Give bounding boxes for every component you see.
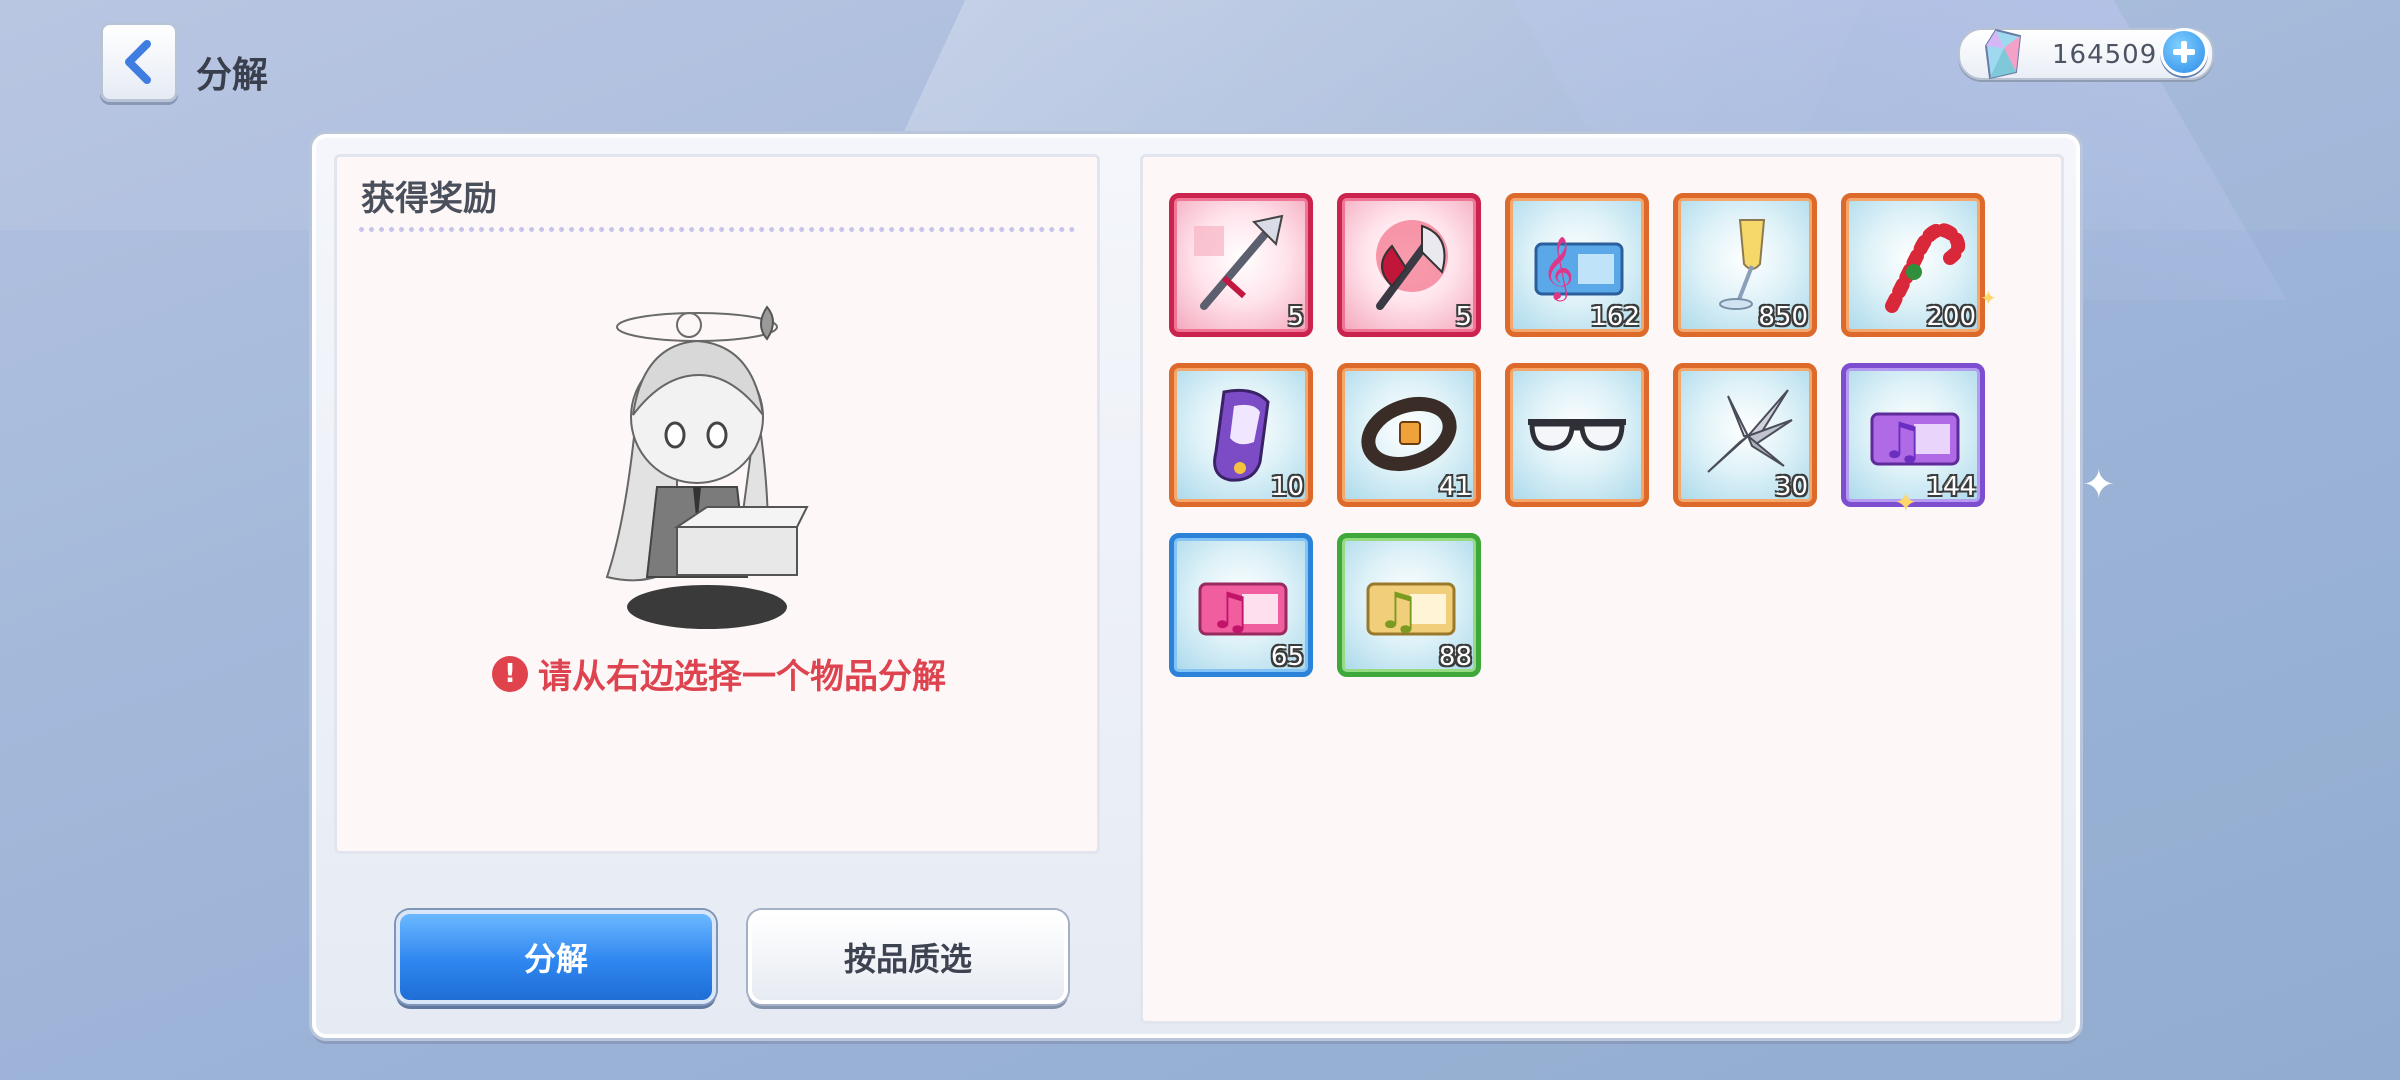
item-count: 162: [1590, 302, 1640, 332]
item-count: 41: [1438, 472, 1472, 502]
sunglasses-icon: [1528, 419, 1626, 451]
hint-row: ! 请从右边选择一个物品分解: [492, 649, 946, 698]
sparkle-decoration: ✦: [1980, 286, 1997, 310]
disassemble-button[interactable]: 分解: [396, 910, 716, 1004]
item-count: 65: [1270, 642, 1304, 672]
reward-heading: 获得奖励: [361, 179, 497, 219]
page-title: 分解: [196, 55, 269, 96]
disassemble-window: 获得奖励 ! 请从右边选择一个物品分解 分解 按品质选 5 5 𝄞 162 85…: [312, 134, 2080, 1038]
item-count: 850: [1758, 302, 1808, 332]
item-slot-red-spear[interactable]: 5: [1169, 193, 1313, 337]
item-count: 144: [1926, 472, 1976, 502]
item-slot-music-ticket-blue[interactable]: 𝄞 162: [1505, 193, 1649, 337]
add-currency-button[interactable]: [2160, 28, 2208, 76]
item-slot-music-ticket-gold[interactable]: ♫ 88: [1337, 533, 1481, 677]
item-count: 200: [1926, 302, 1976, 332]
item-slot-music-ticket-pink[interactable]: ♫ 65: [1169, 533, 1313, 677]
currency-display: 164509: [1958, 28, 2214, 80]
item-slot-purple-shoe[interactable]: 10: [1169, 363, 1313, 507]
plus-icon: [2173, 41, 2195, 63]
item-count: 88: [1438, 642, 1472, 672]
chevron-left-icon: [125, 40, 151, 84]
item-slot-red-axe[interactable]: 5: [1337, 193, 1481, 337]
axe-icon: [1376, 220, 1448, 310]
item-count: 5: [1287, 302, 1304, 332]
sparkle-decoration: ✦: [1894, 486, 1918, 519]
character-illustration: [605, 305, 809, 629]
divider: [359, 227, 1075, 232]
item-count: 30: [1774, 472, 1808, 502]
item-count: 10: [1270, 472, 1304, 502]
item-slot-bracelet[interactable]: 41: [1337, 363, 1481, 507]
item-slot-candy-cane[interactable]: 200: [1841, 193, 1985, 337]
item-slot-sunglasses[interactable]: [1505, 363, 1649, 507]
item-list-panel: 5 5 𝄞 162 850 200 10 41 30 ♫ 144 ♫ 65 ♫ …: [1140, 154, 2064, 1024]
svg-text:♫: ♫: [1880, 412, 1925, 470]
select-by-quality-button[interactable]: 按品质选: [748, 910, 1068, 1004]
svg-text:𝄞: 𝄞: [1542, 236, 1574, 302]
item-count: 5: [1455, 302, 1472, 332]
spear-icon: [1194, 214, 1284, 310]
sparkle-decoration: ✦: [2082, 462, 2116, 508]
gem-icon: [1984, 28, 2022, 80]
currency-amount: 164509: [2052, 40, 2158, 70]
warning-icon: !: [492, 655, 528, 692]
svg-text:♫: ♫: [1376, 582, 1421, 640]
svg-text:♫: ♫: [1208, 582, 1253, 640]
hint-text: 请从右边选择一个物品分解: [538, 657, 946, 697]
back-button[interactable]: [100, 22, 178, 102]
item-slot-feather-wings[interactable]: 30: [1673, 363, 1817, 507]
item-slot-champagne[interactable]: 850: [1673, 193, 1817, 337]
item-grid: 5 5 𝄞 162 850 200 10 41 30 ♫ 144 ♫ 65 ♫ …: [1169, 193, 1985, 677]
reward-panel: 获得奖励 ! 请从右边选择一个物品分解: [334, 154, 1100, 854]
